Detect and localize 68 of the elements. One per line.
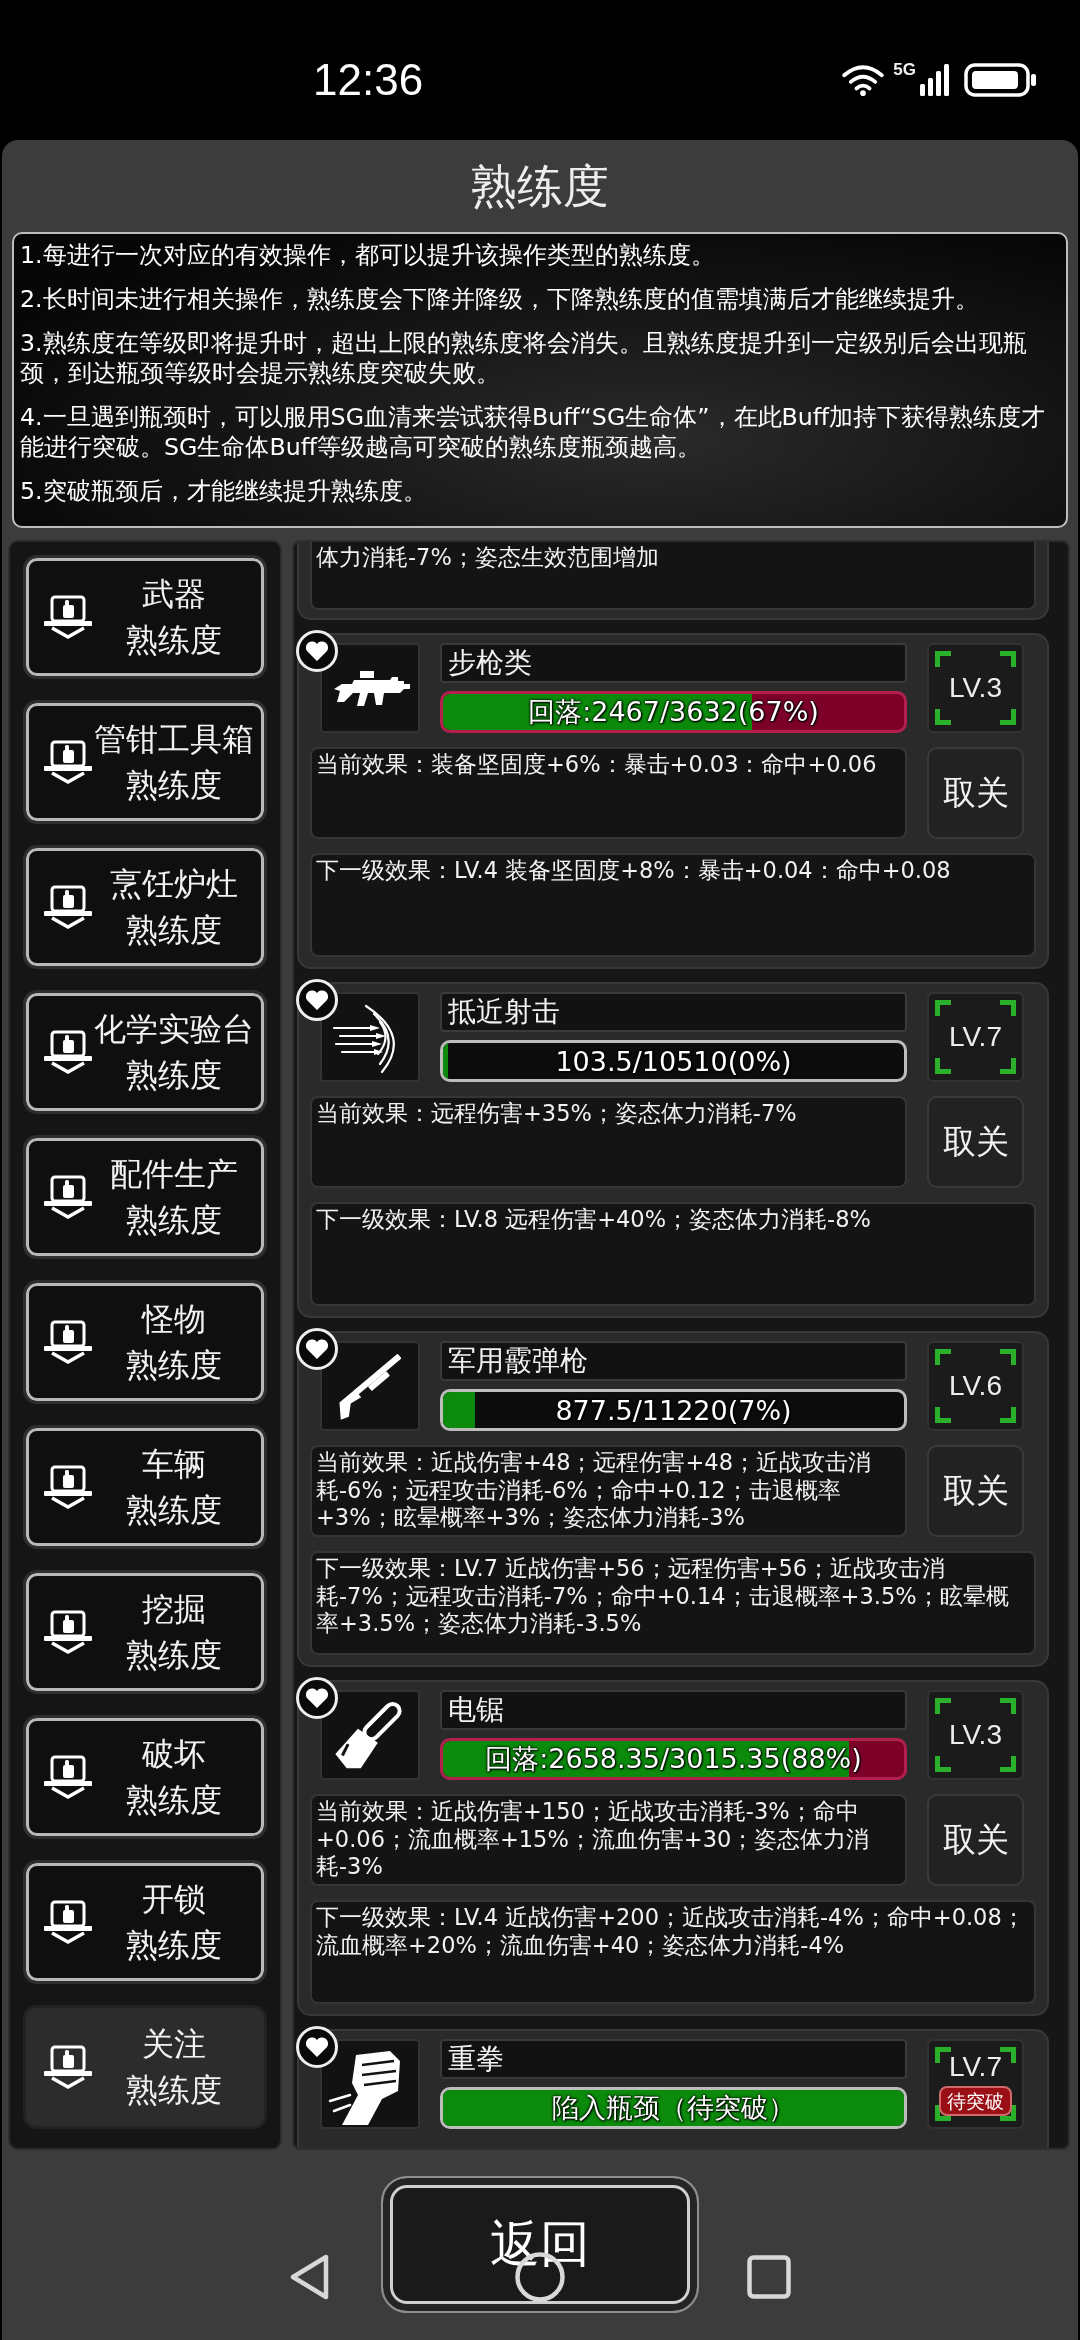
- badge-icon: [44, 2045, 92, 2089]
- skill-name: 军用霰弹枪: [440, 1341, 907, 1381]
- badge-icon: [44, 1610, 92, 1654]
- category-tab[interactable]: 武器 熟练度: [23, 555, 267, 679]
- level-label: LV.7: [949, 1022, 1002, 1052]
- info-text: 4.一旦遇到瓶颈时，可以服用SG血清来尝试获得Buff“SG生命体”，在此Buff加持下获得熟练度才能进行突破。SG生命体Buff等级越高可突破的熟练度瓶颈越高。: [20, 402, 1047, 462]
- next-effect: 下一级效果：LV.8 远程伤害+40%；姿态体力消耗-8%: [310, 1202, 1036, 1306]
- level-label: LV.3: [949, 1720, 1002, 1750]
- badge-icon: [44, 1030, 92, 1074]
- shotgun-icon: [320, 1341, 420, 1431]
- badge-icon: [44, 595, 92, 639]
- next-effect: 下一级效果：LV.7 近战伤害+56；远程伤害+56；近战攻击消耗-7%；远程攻击消耗-7%；命中+0.14；击退概率+3.5%；眩晕概率+3.5%；姿态体力消耗-3.5%: [310, 1551, 1036, 1655]
- level-label: LV.6: [949, 1371, 1002, 1401]
- progress-text: 103.5/10510(0%): [554, 1044, 793, 1079]
- pending-badge: 待突破: [939, 2086, 1012, 2116]
- unfollow-button[interactable]: 取关: [927, 1096, 1024, 1188]
- network-label: 5G: [893, 61, 916, 79]
- category-tab[interactable]: 怪物 熟练度: [23, 1280, 267, 1404]
- next-effect: 下一级效果：LV.4 近战伤害+200；近战攻击消耗-4%；命中+0.08；流血概率+20%；流血伤害+40；姿态体力消耗-4%: [310, 1900, 1036, 2004]
- badge-icon: [44, 1900, 92, 1944]
- info-text: 3.熟练度在等级即将提升时，超出上限的熟练度将会消失。且熟练度提升到一定级别后会出现瓶颈，到达瓶颈等级时会提示熟练度突破失败。: [20, 328, 1028, 388]
- category-tab[interactable]: 挖掘 熟练度: [23, 1570, 267, 1694]
- badge-icon: [44, 1175, 92, 1219]
- info-text: 5.突破瓶颈后，才能继续提升熟练度。: [20, 476, 428, 506]
- progress-text: 877.5/11220(7%): [554, 1393, 793, 1428]
- next-effect: 下一级效果：LV.4 装备坚固度+8%：暴击+0.04：命中+0.08: [310, 853, 1036, 957]
- bullets-icon: [320, 992, 420, 1082]
- back-button[interactable]: 返回: [381, 2176, 699, 2313]
- chainsaw-icon: [320, 1690, 420, 1780]
- category-tab[interactable]: 开锁 熟练度: [23, 1860, 267, 1984]
- unfollow-button[interactable]: 取关: [927, 1445, 1024, 1537]
- back-nav-icon[interactable]: [288, 2253, 330, 2301]
- page-title: 熟练度: [470, 158, 610, 215]
- badge-icon: [44, 740, 92, 784]
- skill-name: 重拳: [440, 2039, 907, 2079]
- category-tab[interactable]: 车辆 熟练度: [23, 1425, 267, 1549]
- fist-icon: [320, 2039, 420, 2129]
- skill-name: 步枪类: [440, 643, 907, 683]
- badge-icon: [44, 1755, 92, 1799]
- progress-text: 陷入瓶颈（待突破）: [551, 2091, 796, 2125]
- recents-nav-icon[interactable]: [747, 2255, 791, 2299]
- info-text: 2.长时间未进行相关操作，熟练度会下降并降级，下降熟练度的值需填满后才能继续提升。: [20, 284, 980, 314]
- unfollow-button[interactable]: 取关: [927, 1794, 1024, 1886]
- rifle-icon: [320, 643, 420, 733]
- level-label: LV.7: [949, 2052, 1002, 2082]
- skill-name: 电锯: [440, 1690, 907, 1730]
- category-tab[interactable]: 配件生产 熟练度: [23, 1135, 267, 1259]
- info-text: 1.每进行一次对应的有效操作，都可以提升该操作类型的熟练度。: [20, 240, 716, 270]
- badge-icon: [44, 1465, 92, 1509]
- current-effect: 当前效果：装备坚固度+6%：暴击+0.03：命中+0.06: [310, 747, 907, 839]
- current-effect: 当前效果：近战伤害+150；近战攻击消耗-3%；命中+0.06；流血概率+15%；流血伤害+30；姿态体力消耗-3%: [310, 1794, 907, 1886]
- battery-icon: [964, 63, 1036, 97]
- skill-name: 抵近射击: [440, 992, 907, 1032]
- unfollow-button[interactable]: 取关: [927, 747, 1024, 839]
- status-time: 12:36: [313, 57, 424, 103]
- signal-icon: [920, 64, 950, 96]
- current-effect: 当前效果：远程伤害+35%；姿态体力消耗-7%: [310, 1096, 907, 1188]
- badge-icon: [44, 1320, 92, 1364]
- category-tab[interactable]: 烹饪炉灶 熟练度: [23, 845, 267, 969]
- badge-icon: [44, 885, 92, 929]
- category-tab[interactable]: 破坏 熟练度: [23, 1715, 267, 1839]
- category-tab[interactable]: 化学实验台 熟练度: [23, 990, 267, 1114]
- category-tab[interactable]: 管钳工具箱 熟练度: [23, 700, 267, 824]
- category-tab[interactable]: 关注 熟练度: [23, 2005, 267, 2129]
- level-label: LV.3: [949, 673, 1002, 703]
- current-effect: 当前效果：近战伤害+48；远程伤害+48；近战攻击消耗-6%；远程攻击消耗-6%；命中+0.12；击退概率+3%；眩晕概率+3%；姿态体力消耗-3%: [310, 1445, 907, 1537]
- wifi-icon: [841, 64, 886, 96]
- next-effect: 体力消耗-7%；姿态生效范围增加: [310, 542, 1036, 610]
